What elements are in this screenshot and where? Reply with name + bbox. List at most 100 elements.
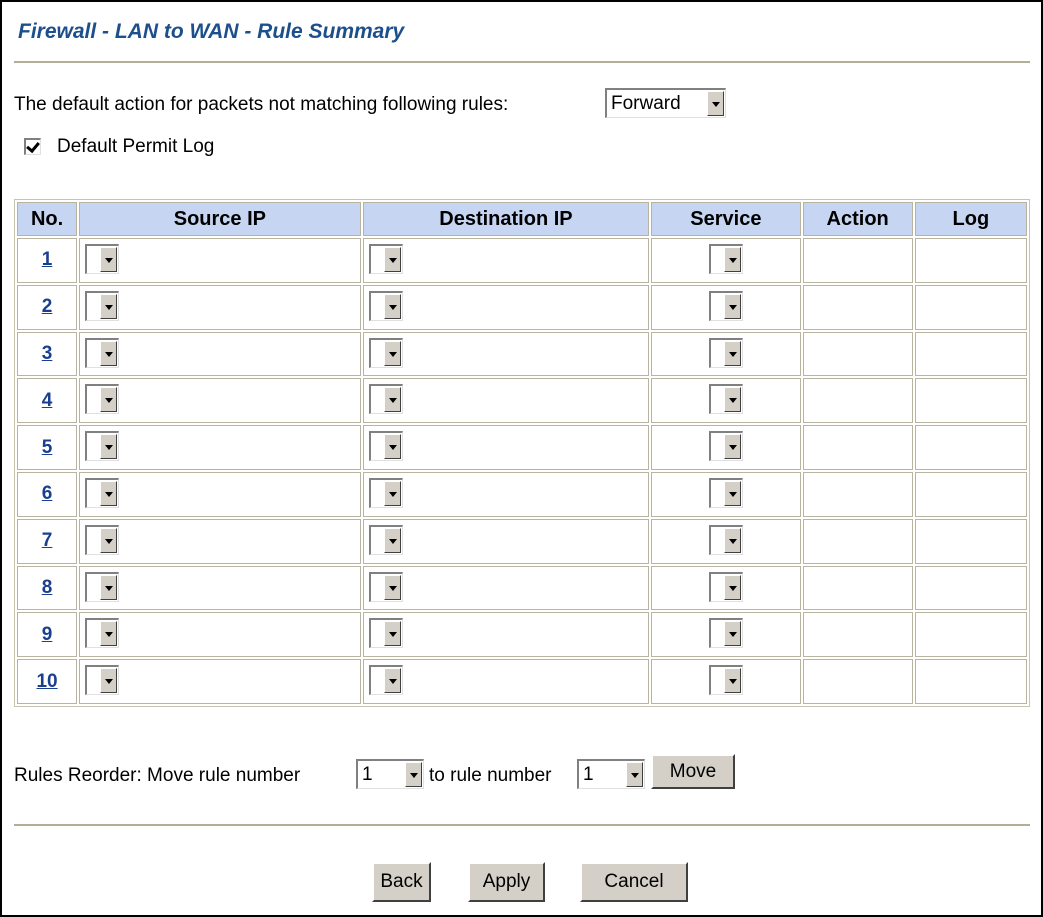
apply-button[interactable]: Apply xyxy=(468,862,545,902)
chevron-down-icon xyxy=(626,762,643,787)
chevron-down-icon xyxy=(723,574,741,600)
destination-ip-select[interactable] xyxy=(368,384,403,415)
default-permit-log-checkbox[interactable] xyxy=(24,138,41,155)
cell-destination-ip xyxy=(362,659,650,704)
cell-log xyxy=(914,331,1027,377)
divider-top xyxy=(14,61,1030,63)
cell-source-ip xyxy=(79,238,361,283)
destination-ip-select[interactable] xyxy=(368,290,403,321)
rule-number-link[interactable]: 2 xyxy=(18,296,76,318)
rule-number-link[interactable]: 1 xyxy=(18,249,76,271)
chevron-down-icon xyxy=(383,574,401,600)
chevron-down-icon xyxy=(383,480,401,506)
service-select[interactable] xyxy=(708,665,743,696)
chevron-down-icon xyxy=(383,621,401,647)
reorder-to-select[interactable]: 1 xyxy=(577,759,645,789)
cell-action xyxy=(802,612,913,658)
source-ip-select[interactable] xyxy=(85,571,120,602)
service-select[interactable] xyxy=(708,477,743,508)
service-select[interactable] xyxy=(708,618,743,649)
chevron-down-icon xyxy=(100,527,118,553)
service-select[interactable] xyxy=(708,431,743,462)
cell-action xyxy=(802,471,913,517)
destination-ip-select[interactable] xyxy=(368,431,403,462)
source-ip-select[interactable] xyxy=(85,524,120,555)
destination-ip-select[interactable] xyxy=(368,524,403,555)
move-button[interactable]: Move xyxy=(651,754,735,789)
chevron-down-icon xyxy=(100,387,118,413)
chevron-down-icon xyxy=(383,668,401,694)
rule-number-link[interactable]: 8 xyxy=(18,577,76,599)
destination-ip-select[interactable] xyxy=(368,571,403,602)
cell-service xyxy=(651,238,801,283)
chevron-down-icon xyxy=(100,434,118,460)
cell-log xyxy=(914,612,1027,658)
chevron-down-icon xyxy=(723,434,741,460)
service-select[interactable] xyxy=(708,524,743,555)
back-button[interactable]: Back xyxy=(372,862,431,902)
source-ip-select[interactable] xyxy=(85,337,120,368)
cell-no: 6 xyxy=(17,471,78,517)
default-action-select[interactable]: Forward xyxy=(605,88,726,118)
table-row: 7 xyxy=(17,518,1027,564)
destination-ip-select[interactable] xyxy=(368,665,403,696)
service-select[interactable] xyxy=(708,244,743,274)
chevron-down-icon xyxy=(100,668,118,694)
table-row: 9 xyxy=(17,612,1027,658)
service-select[interactable] xyxy=(708,290,743,321)
destination-ip-select[interactable] xyxy=(368,618,403,649)
source-ip-select[interactable] xyxy=(85,477,120,508)
rule-number-link[interactable]: 7 xyxy=(18,530,76,552)
chevron-down-icon xyxy=(723,247,741,272)
source-ip-select[interactable] xyxy=(85,244,120,274)
service-select[interactable] xyxy=(708,571,743,602)
table-row: 3 xyxy=(17,331,1027,377)
cell-service xyxy=(651,331,801,377)
cell-service xyxy=(651,471,801,517)
cell-log xyxy=(914,425,1027,470)
rule-number-link[interactable]: 10 xyxy=(18,671,76,693)
cell-destination-ip xyxy=(362,565,650,611)
cell-service xyxy=(651,378,801,424)
chevron-down-icon xyxy=(100,247,118,272)
header-destination-ip: Destination IP xyxy=(362,202,650,236)
rule-number-link[interactable]: 5 xyxy=(18,437,76,459)
header-service: Service xyxy=(651,202,801,236)
cell-source-ip xyxy=(79,471,361,517)
rule-number-link[interactable]: 9 xyxy=(18,624,76,646)
default-action-value: Forward xyxy=(611,93,681,114)
source-ip-select[interactable] xyxy=(85,431,120,462)
rule-number-link[interactable]: 4 xyxy=(18,390,76,412)
source-ip-select[interactable] xyxy=(85,384,120,415)
source-ip-select[interactable] xyxy=(85,665,120,696)
cell-log xyxy=(914,284,1027,330)
header-action: Action xyxy=(802,202,913,236)
header-source-ip: Source IP xyxy=(79,202,361,236)
cell-log xyxy=(914,238,1027,283)
reorder-from-select[interactable]: 1 xyxy=(356,759,424,789)
reorder-from-value: 1 xyxy=(362,764,373,785)
chevron-down-icon xyxy=(100,574,118,600)
cell-destination-ip xyxy=(362,378,650,424)
rule-number-link[interactable]: 3 xyxy=(18,343,76,365)
cell-action xyxy=(802,284,913,330)
cell-no: 8 xyxy=(17,565,78,611)
rules-table: No. Source IP Destination IP Service Act… xyxy=(14,199,1030,707)
service-select[interactable] xyxy=(708,384,743,415)
source-ip-select[interactable] xyxy=(85,290,120,321)
divider-bottom xyxy=(14,824,1030,826)
service-select[interactable] xyxy=(708,337,743,368)
cancel-button[interactable]: Cancel xyxy=(580,862,688,902)
cell-action xyxy=(802,518,913,564)
chevron-down-icon xyxy=(383,293,401,319)
reorder-label-mid: to rule number xyxy=(429,765,552,786)
destination-ip-select[interactable] xyxy=(368,244,403,274)
source-ip-select[interactable] xyxy=(85,618,120,649)
destination-ip-select[interactable] xyxy=(368,337,403,368)
rule-number-link[interactable]: 6 xyxy=(18,483,76,505)
cell-destination-ip xyxy=(362,471,650,517)
cell-action xyxy=(802,565,913,611)
cell-source-ip xyxy=(79,378,361,424)
destination-ip-select[interactable] xyxy=(368,477,403,508)
cell-destination-ip xyxy=(362,518,650,564)
